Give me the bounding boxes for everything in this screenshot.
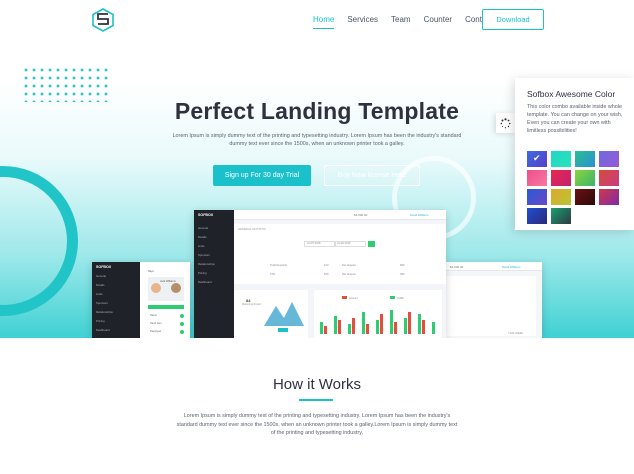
color-swatch[interactable] [527,170,547,186]
mockup-main-date-from: Jul 07 2016 [304,241,336,247]
color-panel-description: This color combo available inside whole … [527,104,623,134]
main-menu: Home Services Team Counter Contact [313,15,506,29]
color-swatch[interactable] [575,170,595,186]
nav-counter[interactable]: Counter [424,15,452,29]
mockup-left-card: Skye Jack Williams Name Send item Deploy… [144,264,188,336]
mockup-main-stats-panel: GENERAL STATISTIC Jul 07 2016 Jul 22 201… [234,224,446,284]
mockup-left-profile-art: Jack Williams [148,277,184,301]
color-settings-toggle[interactable] [496,113,515,133]
mockup-main-nav-item: Dashboard [198,280,212,284]
color-panel-title: Sofbox Awesome Color [527,89,616,99]
color-swatch[interactable] [551,170,571,186]
legend-amount-label: Amount [349,297,358,300]
mockup-main-stat-label: FTD [270,273,276,276]
mockup-main-stat-label: Total Deposits [270,264,287,267]
top-navbar: Home Services Team Counter Contact Downl… [0,0,634,46]
color-swatch[interactable] [551,151,571,167]
status-dot-icon [180,330,184,334]
mockup-main-balance: $1,000.00 [354,213,368,217]
mockup-main-sidebar: SOFBOX General Details Links Sponsors Re… [194,210,234,338]
status-dot-icon [180,314,184,318]
color-swatch[interactable] [527,208,547,224]
bar-chart-graphic [320,310,435,334]
mockup-left-name: Jack Williams [160,279,176,283]
mockup-main-legend-traffic: Traffic [390,296,404,300]
title-underline [299,399,333,401]
mockup-main-brand: SOFBOX [198,213,214,217]
mockup-left: SOFBOX General Details Links Sponsors Re… [92,262,190,338]
dot-pattern-decoration [22,66,110,102]
mockup-left-nav-item: Relationships [96,310,113,314]
mockup-main-card-caption: Marketing Report [242,303,262,306]
mockup-left-nav-item: Details [96,283,105,287]
nav-services[interactable]: Services [347,15,378,29]
mockup-right-user: David Williams [502,265,521,269]
mockup-main-section-title: GENERAL STATISTIC [238,227,266,231]
mockup-main: SOFBOX General Details Links Sponsors Re… [194,210,446,338]
mockup-left-row: Name [150,314,157,317]
color-swatch[interactable] [551,208,571,224]
how-it-works-title: How it Works [272,376,362,393]
mockup-main-stat-value: 100 [324,273,329,276]
buy-license-button[interactable]: Buy Now license Here [324,165,420,186]
mockup-main-stat-value: 660 [400,264,405,267]
mockup-main-nav-item: Pricing [198,271,207,275]
mockup-main-mountain-card: 84 Marketing Report [234,290,308,338]
mockup-main-nav-item: Sponsors [198,253,210,257]
ring-decoration-left [0,166,78,316]
color-swatch[interactable] [551,189,571,205]
mockup-main-stat-value: 960 [400,273,405,276]
color-swatch[interactable]: ✔ [527,151,547,167]
mockup-left-nav-item: General [96,274,106,278]
mockup-main-bar-card: Amount Traffic [314,290,442,338]
mockup-main-legend-amount: Amount [342,296,358,300]
mockup-main-date-to: Jul 22 2016 [334,241,366,247]
how-it-works-text: Lorem Ipsum is simply dummy text of the … [176,413,458,437]
mockup-right: $1,000.00 David Williams THIS WEEK [446,262,542,338]
spinner-gear-icon [500,117,511,128]
mockup-right-balance: $1,000.00 [450,265,464,269]
color-swatch[interactable] [599,189,619,205]
mockup-left-nav-item: Dashboard [96,328,110,332]
mockup-left-sidebar: SOFBOX General Details Links Sponsors Re… [92,262,140,338]
color-swatch[interactable] [527,189,547,205]
mockup-main-stat-label: Net deposit [342,264,356,267]
mockup-main-nav-item: General [198,226,208,230]
color-swatch[interactable] [575,151,595,167]
color-picker-panel: Sofbox Awesome Color This color combo av… [515,78,634,230]
legend-traffic-label: Traffic [397,297,404,300]
mockup-right-label: THIS WEEK [508,331,524,335]
mockup-main-topbar: $1,000.00 David Williams [234,210,446,220]
mockup-main-go-button [368,241,375,247]
color-swatch-grid: ✔ [527,151,627,224]
color-swatch[interactable] [599,151,619,167]
nav-home[interactable]: Home [313,15,335,29]
mockup-main-user: David Williams [410,213,429,217]
color-swatch[interactable] [599,170,619,186]
mockup-main-stat-value: 120 [324,264,329,267]
trial-signup-button[interactable]: Sign up For 30 day Trial [213,165,311,186]
mockup-right-panel: THIS WEEK [446,276,536,336]
mockup-left-row: Deployed [150,330,161,333]
nav-team[interactable]: Team [391,15,411,29]
sofbox-logo-icon[interactable] [90,7,116,33]
mockup-left-nav-item: Sponsors [96,301,108,305]
mockup-main-stat-label: Net deposit [342,273,356,276]
mockup-main-nav-item: Details [198,235,207,239]
mockup-right-topbar: $1,000.00 David Williams [446,262,542,271]
check-icon: ✔ [533,153,541,163]
status-dot-icon [180,322,184,326]
mockup-left-label: Skye [148,270,154,273]
mockup-main-nav-item: Relationships [198,262,215,266]
mockup-left-nav-item: Links [96,292,103,296]
hero-subtitle: Lorem Ipsum is simply dummy text of the … [172,133,462,147]
mockup-main-nav-item: Links [198,244,205,248]
download-button[interactable]: Download [482,9,544,30]
mountain-chart-icon [264,302,304,332]
mockup-left-green-bar [148,305,184,309]
color-swatch[interactable] [575,189,595,205]
mockup-left-row: Send item [150,322,162,325]
mockup-left-brand: SOFBOX [96,265,112,269]
mockup-left-nav-item: Pricing [96,319,105,323]
